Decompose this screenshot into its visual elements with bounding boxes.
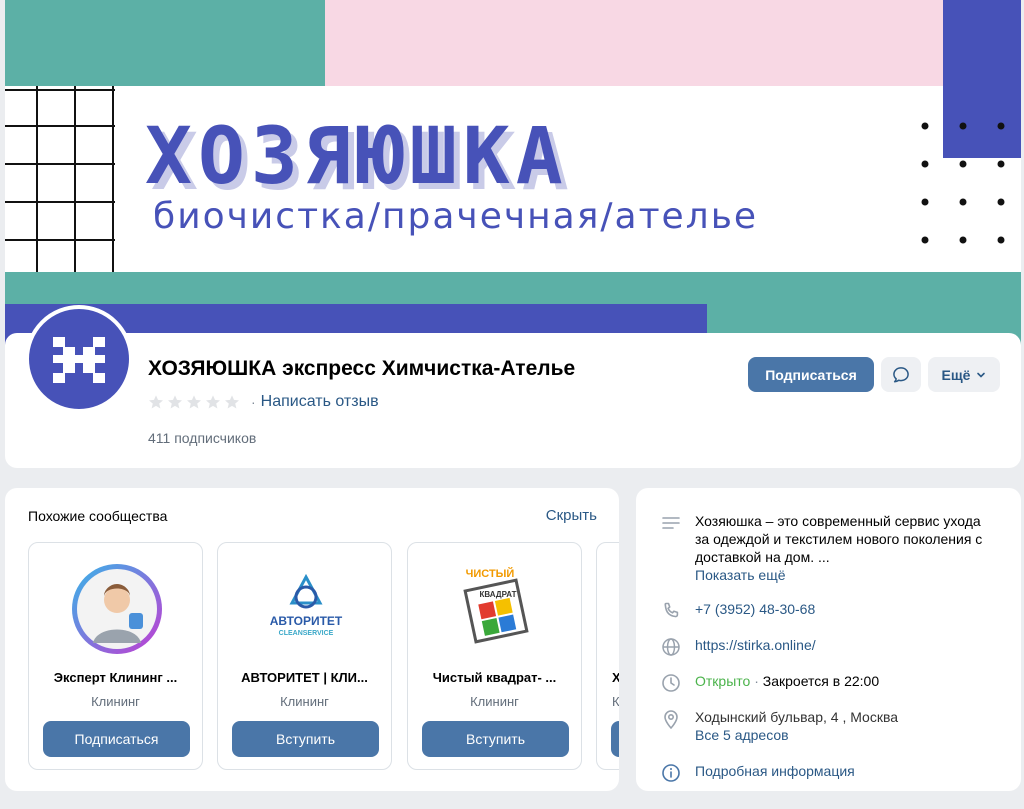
community-category: К bbox=[612, 694, 619, 709]
logo-subtext: CLEANSERVICE bbox=[279, 630, 334, 637]
separator-dot: · bbox=[251, 394, 256, 410]
cover-pink-block bbox=[325, 0, 945, 86]
chevron-down-icon bbox=[977, 372, 986, 378]
globe-icon bbox=[662, 638, 680, 656]
community-join-button[interactable]: Вступить bbox=[422, 721, 569, 757]
community-avatar[interactable]: АВТОРИТЕТ CLEANSERVICE bbox=[260, 563, 352, 655]
community-name[interactable]: АВТОРИТЕТ | КЛИ... bbox=[218, 670, 391, 685]
star-icon[interactable] bbox=[167, 394, 183, 410]
write-review-link[interactable]: Написать отзыв bbox=[261, 393, 379, 411]
phone-link[interactable]: +7 (3952) 48-30-68 bbox=[695, 600, 815, 618]
all-addresses-link[interactable]: Все 5 адресов bbox=[695, 727, 789, 743]
community-card[interactable]: АВТОРИТЕТ CLEANSERVICE АВТОРИТЕТ | КЛИ..… bbox=[217, 542, 392, 770]
website-link[interactable]: https://stirka.online/ bbox=[695, 636, 816, 654]
phone-icon bbox=[664, 602, 679, 618]
logo-subtext: КВАДРАТ bbox=[480, 590, 517, 599]
phone-row: +7 (3952) 48-30-68 bbox=[660, 600, 815, 622]
rating-row: · Написать отзыв bbox=[148, 393, 379, 411]
community-join-button[interactable] bbox=[611, 721, 619, 757]
community-category: Клининг bbox=[91, 694, 140, 709]
separator-dot: · bbox=[750, 673, 763, 689]
address-row: Ходынский бульвар, 4 , Москва Все 5 адре… bbox=[660, 708, 898, 744]
community-category: Клининг bbox=[470, 694, 519, 709]
description-row: Хозяюшка – это современный сервис ухода … bbox=[660, 512, 985, 584]
logo-text: ЧИСТЫЙ bbox=[466, 567, 515, 580]
open-status: Открыто bbox=[695, 673, 751, 689]
community-avatar[interactable]: ЧИСТЫЙ КВАДРАТ bbox=[450, 563, 542, 655]
star-icon[interactable] bbox=[186, 394, 202, 410]
details-link[interactable]: Подробная информация bbox=[695, 762, 855, 780]
subscribe-button[interactable]: Подписаться bbox=[748, 357, 874, 392]
star-icon[interactable] bbox=[224, 394, 240, 410]
community-name[interactable]: Х bbox=[597, 670, 619, 685]
community-card[interactable]: Х К bbox=[596, 542, 619, 770]
show-more-link[interactable]: Показать ещё bbox=[695, 567, 786, 583]
address-text: Ходынский бульвар, 4 , Москва bbox=[695, 709, 899, 725]
hours-row: Открыто · Закроется в 22:00 bbox=[660, 672, 879, 694]
similar-title: Похожие сообщества bbox=[28, 508, 168, 524]
cover-teal-block bbox=[5, 0, 325, 86]
community-name[interactable]: Эксперт Клининг ... bbox=[29, 670, 202, 685]
community-avatar[interactable] bbox=[71, 563, 163, 655]
group-avatar[interactable] bbox=[25, 305, 133, 413]
details-row: Подробная информация bbox=[660, 762, 855, 784]
community-category: Клининг bbox=[280, 694, 329, 709]
website-row: https://stirka.online/ bbox=[660, 636, 816, 658]
more-button[interactable]: Ещё bbox=[928, 357, 1000, 392]
similar-communities: Похожие сообщества Скрыть Эксперт Клинин… bbox=[5, 488, 619, 791]
group-name: ХОЗЯЮШКА экспресс Химчистка-Ателье bbox=[148, 357, 576, 380]
closing-time[interactable]: Закроется в 22:00 bbox=[763, 673, 879, 689]
community-name[interactable]: Чистый квадрат- ... bbox=[408, 670, 581, 685]
cover-tagline: биочистка/прачечная/ателье bbox=[153, 196, 759, 237]
clock-icon bbox=[662, 674, 680, 692]
logo-text: АВТОРИТЕТ bbox=[270, 614, 343, 628]
cover-image: ХОЗЯЮШКА биочистка/прачечная/ателье bbox=[5, 0, 1021, 345]
description-text: Хозяюшка – это современный сервис ухода … bbox=[695, 513, 983, 565]
text-lines-icon bbox=[662, 517, 680, 529]
message-button[interactable] bbox=[881, 357, 921, 392]
info-icon bbox=[662, 764, 680, 782]
info-panel: Хозяюшка – это современный сервис ухода … bbox=[636, 488, 1021, 791]
star-icon[interactable] bbox=[148, 394, 164, 410]
more-label: Ещё bbox=[941, 366, 971, 383]
hide-link[interactable]: Скрыть bbox=[546, 507, 597, 524]
cover-logo-word: ХОЗЯЮШКА bbox=[145, 112, 569, 202]
subscriber-count[interactable]: 411 подписчиков bbox=[148, 430, 256, 446]
group-header: ХОЗЯЮШКА экспресс Химчистка-Ателье · Нап… bbox=[5, 305, 1021, 468]
community-card[interactable]: Эксперт Клининг ... Клининг Подписаться bbox=[28, 542, 203, 770]
community-join-button[interactable]: Вступить bbox=[232, 721, 379, 757]
star-icon[interactable] bbox=[205, 394, 221, 410]
location-pin-icon bbox=[664, 710, 678, 730]
message-icon bbox=[893, 366, 909, 382]
avatar-logo-icon bbox=[53, 337, 105, 383]
community-subscribe-button[interactable]: Подписаться bbox=[43, 721, 190, 757]
cover-grid-pattern bbox=[5, 86, 115, 272]
community-card[interactable]: ЧИСТЫЙ КВАДРАТ Чистый квадрат- ... Клини… bbox=[407, 542, 582, 770]
